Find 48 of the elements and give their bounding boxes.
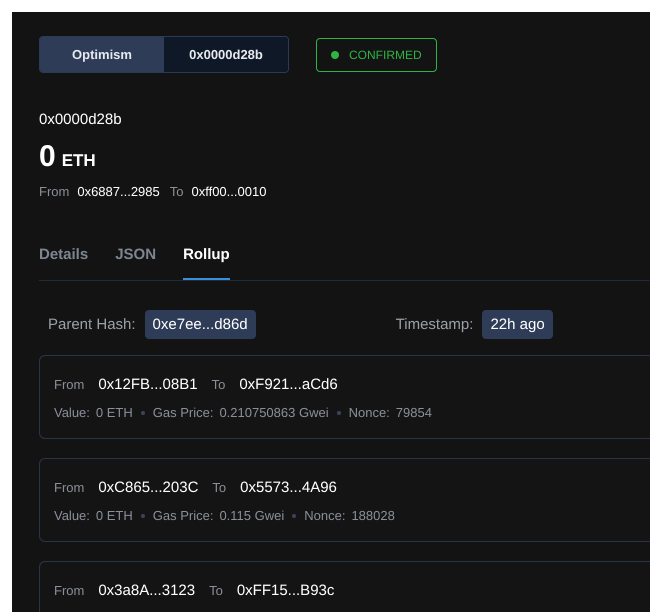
to-label: To: [209, 583, 223, 598]
from-address[interactable]: 0x3a8A...3123: [98, 582, 196, 599]
separator-dot: [292, 514, 296, 518]
from-address[interactable]: 0xC865...203C: [98, 479, 198, 496]
detail-value: 79854: [396, 405, 432, 420]
detail-label: Value:: [54, 508, 90, 523]
transaction-hash: 0x0000d28b: [39, 111, 123, 128]
from-label: From: [54, 480, 84, 495]
detail-label: Gas Price:: [152, 508, 214, 523]
tab[interactable]: JSON: [115, 246, 156, 280]
tab[interactable]: Details: [39, 246, 88, 280]
from-label: From: [54, 583, 84, 598]
detail-label: Nonce:: [348, 405, 390, 420]
from-address[interactable]: 0x12FB...08B1: [98, 376, 198, 393]
chain-segment[interactable]: 0x0000d28b: [164, 37, 288, 72]
transaction-card[interactable]: From 0x3a8A...3123 To 0xFF15...B93c: [39, 561, 650, 612]
detail-label: Nonce:: [304, 508, 346, 523]
separator-dot: [336, 410, 341, 414]
to-address[interactable]: 0xff00...0010: [191, 184, 266, 199]
detail-value: 0 ETH: [96, 405, 133, 420]
detail-value: 188028: [351, 508, 395, 523]
detail-value: 0 ETH: [96, 508, 133, 523]
to-label: To: [212, 377, 226, 392]
parent-hash-value[interactable]: 0xe7ee...d86d: [144, 310, 256, 339]
separator-dot: [140, 410, 145, 414]
from-label: From: [54, 377, 84, 392]
chain-segment[interactable]: Optimism: [40, 37, 164, 72]
to-address[interactable]: 0xFF15...B93c: [236, 582, 334, 599]
transaction-card[interactable]: From 0x12FB...08B1 To 0xF921...aCd6 Value: 0 ETH Gas Price: 0.210750863 Gwei Nonce: 79854: [39, 355, 650, 439]
to-label: To: [170, 184, 184, 199]
to-address[interactable]: 0xF921...aCd6: [239, 376, 338, 393]
to-address[interactable]: 0x5573...4A96: [240, 479, 337, 496]
to-label: To: [212, 480, 226, 495]
detail-value: 0.210750863 Gwei: [219, 405, 329, 420]
detail-label: Value:: [54, 405, 90, 420]
timestamp-value: 22h ago: [482, 310, 553, 339]
transaction-card[interactable]: From 0xC865...203C To 0x5573...4A96 Value: 0 ETH Gas Price: 0.115 Gwei Nonce: 188028: [39, 458, 650, 542]
tab[interactable]: Rollup: [183, 246, 230, 280]
detail-label: Gas Price:: [152, 405, 214, 420]
timestamp-label: Timestamp:: [396, 316, 474, 333]
from-address[interactable]: 0x6887...2985: [77, 184, 160, 199]
separator-dot: [140, 514, 145, 518]
amount-value: 0: [39, 140, 56, 174]
from-label: From: [39, 184, 70, 199]
parent-hash-label: Parent Hash:: [48, 316, 136, 333]
detail-value: 0.115 Gwei: [219, 508, 284, 523]
status-label: CONFIRMED: [349, 48, 422, 62]
amount-unit: ETH: [62, 151, 96, 171]
